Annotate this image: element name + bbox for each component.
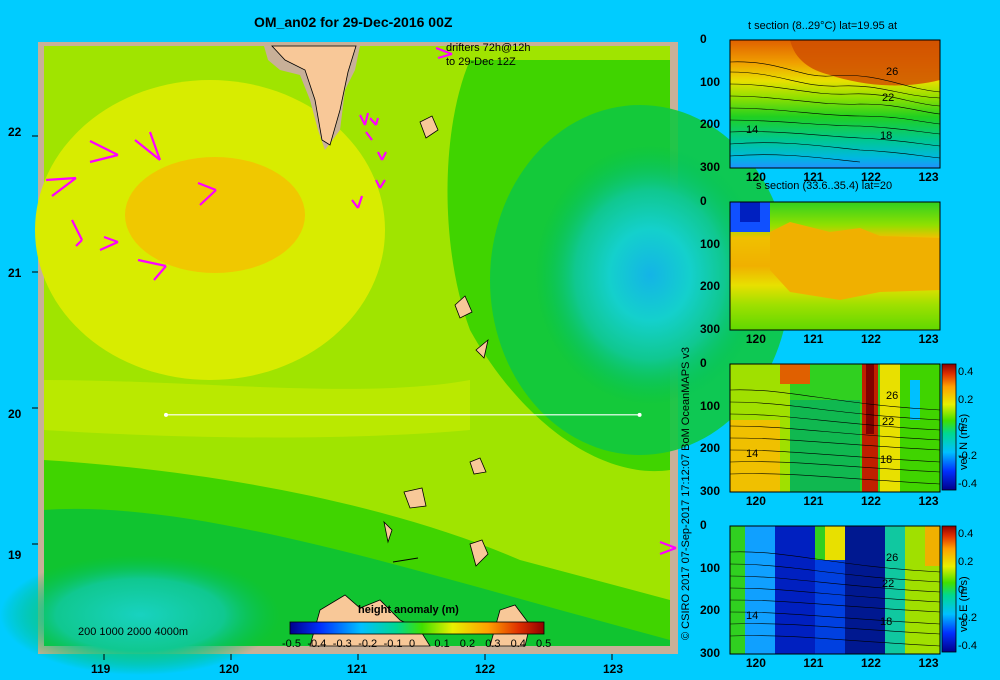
colorbar-tick-label: 0.1	[434, 638, 450, 650]
t-section-title: t section (8..29°C) lat=19.95 at	[748, 20, 898, 32]
map-x-tick-label: 120	[219, 662, 240, 676]
contour-label: 18	[880, 616, 893, 628]
vel-colorbar-tick-label: 0.4	[958, 366, 974, 378]
panel-x-tick-label: 122	[860, 494, 881, 508]
vel-n-panel	[729, 363, 957, 493]
contour-label: 14	[746, 448, 759, 460]
panel-x-tick-label: 122	[860, 332, 881, 346]
colorbar-tick-label: 0.3	[485, 638, 501, 650]
vel-n-label: vel. N (m/s)	[958, 413, 970, 470]
drifters-label-2: to 29-Dec 12Z	[446, 56, 516, 68]
colorbar-tick-label: -0.2	[358, 638, 378, 650]
panel-y-tick-label: 300	[700, 322, 721, 336]
panel-y-tick-label: 0	[700, 32, 707, 46]
panel-x-tick-label: 123	[918, 494, 939, 508]
panel-y-tick-label: 100	[700, 74, 721, 89]
panel-y-tick-label: 200	[700, 441, 721, 456]
vel-colorbar-tick-label: 0.2	[958, 556, 974, 568]
panel-x-tick-label: 120	[745, 332, 766, 346]
colorbar-tick-label: 0	[409, 638, 416, 650]
panel-y-tick-label: 200	[700, 279, 721, 294]
panel-y-tick-label: 200	[700, 603, 721, 618]
vel-colorbar-tick-label: 0.2	[958, 394, 974, 406]
s-section-panel	[729, 201, 941, 331]
colorbar-tick-label: -0.4	[307, 638, 327, 650]
panel-x-tick-label: 121	[803, 170, 824, 184]
t-section-panel	[729, 39, 941, 169]
panel-x-tick-label: 122	[860, 656, 881, 670]
map-title: OM_an02 for 29-Dec-2016 00Z	[254, 14, 453, 30]
panel-y-tick-label: 200	[700, 117, 721, 132]
panel-x-tick-label: 123	[918, 170, 939, 184]
contour-label: 22	[882, 92, 895, 104]
panel-x-tick-label: 120	[745, 494, 766, 508]
figure-canvas	[0, 39, 957, 675]
panel-y-tick-label: 100	[700, 236, 721, 251]
map-x-tick-label: 122	[475, 662, 496, 676]
colorbar-tick-label: 0.2	[459, 638, 476, 650]
contour-label: 26	[886, 66, 899, 78]
map-y-axis	[32, 135, 38, 545]
panel-x-tick-label: 120	[745, 170, 766, 184]
panel-x-tick-label: 121	[803, 494, 824, 508]
contour-label: 18	[880, 130, 893, 142]
panel-x-tick-label: 123	[918, 656, 939, 670]
depth-legend: 200 1000 2000 4000m	[78, 626, 189, 638]
colorbar-tick-label: -0.5	[282, 638, 301, 650]
panel-y-tick-label: 100	[700, 398, 721, 413]
vel-colorbar-tick-label: -0.4	[958, 478, 977, 490]
contour-label: 18	[880, 454, 893, 466]
vel-colorbar-tick-label: -0.4	[958, 640, 977, 652]
map-y-tick-label: 21	[8, 266, 22, 281]
drifters-label: drifters 72h@12h	[446, 42, 531, 54]
map-y-tick-label: 20	[8, 406, 22, 421]
contour-label: 22	[882, 416, 895, 428]
map-x-tick-label: 119	[91, 662, 111, 676]
contour-label: 22	[882, 578, 895, 590]
colorbar-tick-label: 0.4	[510, 638, 526, 650]
map-x-tick-label: 121	[347, 662, 368, 676]
panel-x-tick-label: 120	[745, 656, 766, 670]
vel-colorbar-tick-label: 0.4	[958, 528, 974, 540]
panel-x-tick-label: 121	[803, 332, 824, 346]
contour-label: 26	[886, 390, 899, 402]
panel-y-tick-label: 0	[700, 518, 707, 532]
contour-label: 14	[746, 124, 759, 136]
panel-y-tick-label: 100	[700, 560, 721, 575]
panel-y-tick-label: 0	[700, 194, 707, 208]
colorbar-tick-label: 0.5	[536, 638, 552, 650]
panel-y-tick-label: 300	[700, 646, 721, 660]
panel-x-tick-label: 122	[860, 170, 881, 184]
panel-y-tick-label: 0	[700, 356, 707, 370]
map-y-tick-label: 22	[8, 125, 22, 140]
panel-x-tick-label: 121	[803, 656, 824, 670]
colorbar-tick-label: -0.1	[383, 638, 403, 650]
colorbar-tick-label: -0.3	[332, 638, 352, 650]
map-y-tick-label: 19	[8, 547, 22, 562]
credit-text: © CSIRO 2017 07-Sep-2017 17:12:07 BoM Oc…	[680, 346, 692, 640]
vel-e-panel	[729, 525, 957, 655]
panel-y-tick-label: 300	[700, 160, 721, 174]
panel-x-tick-label: 123	[918, 332, 939, 346]
map-x-tick-label: 123	[603, 662, 624, 676]
vel-e-label: vel. E (m/s)	[958, 576, 970, 632]
colorbar-label: height anomaly (m)	[358, 604, 459, 616]
contour-label: 26	[886, 552, 899, 564]
panel-y-tick-label: 300	[700, 484, 721, 498]
contour-label: 14	[746, 610, 759, 622]
height-colorbar	[289, 621, 545, 635]
